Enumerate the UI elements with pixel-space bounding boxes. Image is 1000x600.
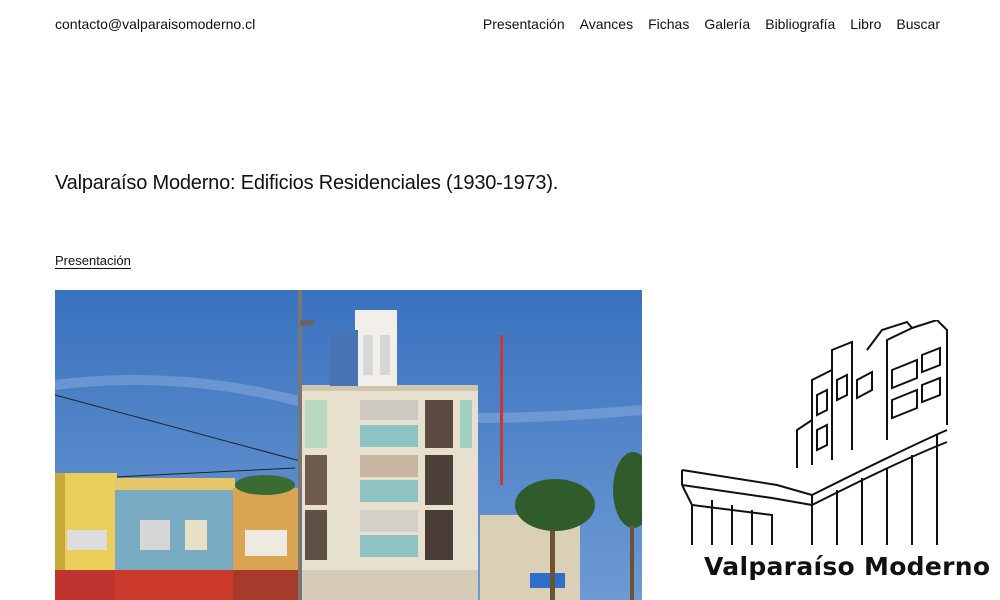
nav-libro[interactable]: Libro bbox=[850, 16, 881, 32]
nav-bibliografia[interactable]: Bibliografía bbox=[765, 16, 835, 32]
nav-galeria[interactable]: Galería bbox=[704, 16, 750, 32]
nav-fichas[interactable]: Fichas bbox=[648, 16, 689, 32]
page-title: Valparaíso Moderno: Edificios Residencia… bbox=[55, 172, 559, 194]
logo-text: Valparaíso Moderno bbox=[704, 552, 991, 581]
nav-avances[interactable]: Avances bbox=[580, 16, 633, 32]
building-photo[interactable] bbox=[55, 290, 642, 600]
breadcrumb-presentacion[interactable]: Presentación bbox=[55, 253, 131, 268]
site-header: contacto@valparaisomoderno.cl Presentaci… bbox=[55, 14, 940, 34]
nav-presentacion[interactable]: Presentación bbox=[483, 16, 565, 32]
nav-buscar[interactable]: Buscar bbox=[896, 16, 940, 32]
main-nav: Presentación Avances Fichas Galería Bibl… bbox=[483, 16, 940, 32]
contact-email-link[interactable]: contacto@valparaisomoderno.cl bbox=[55, 16, 255, 32]
